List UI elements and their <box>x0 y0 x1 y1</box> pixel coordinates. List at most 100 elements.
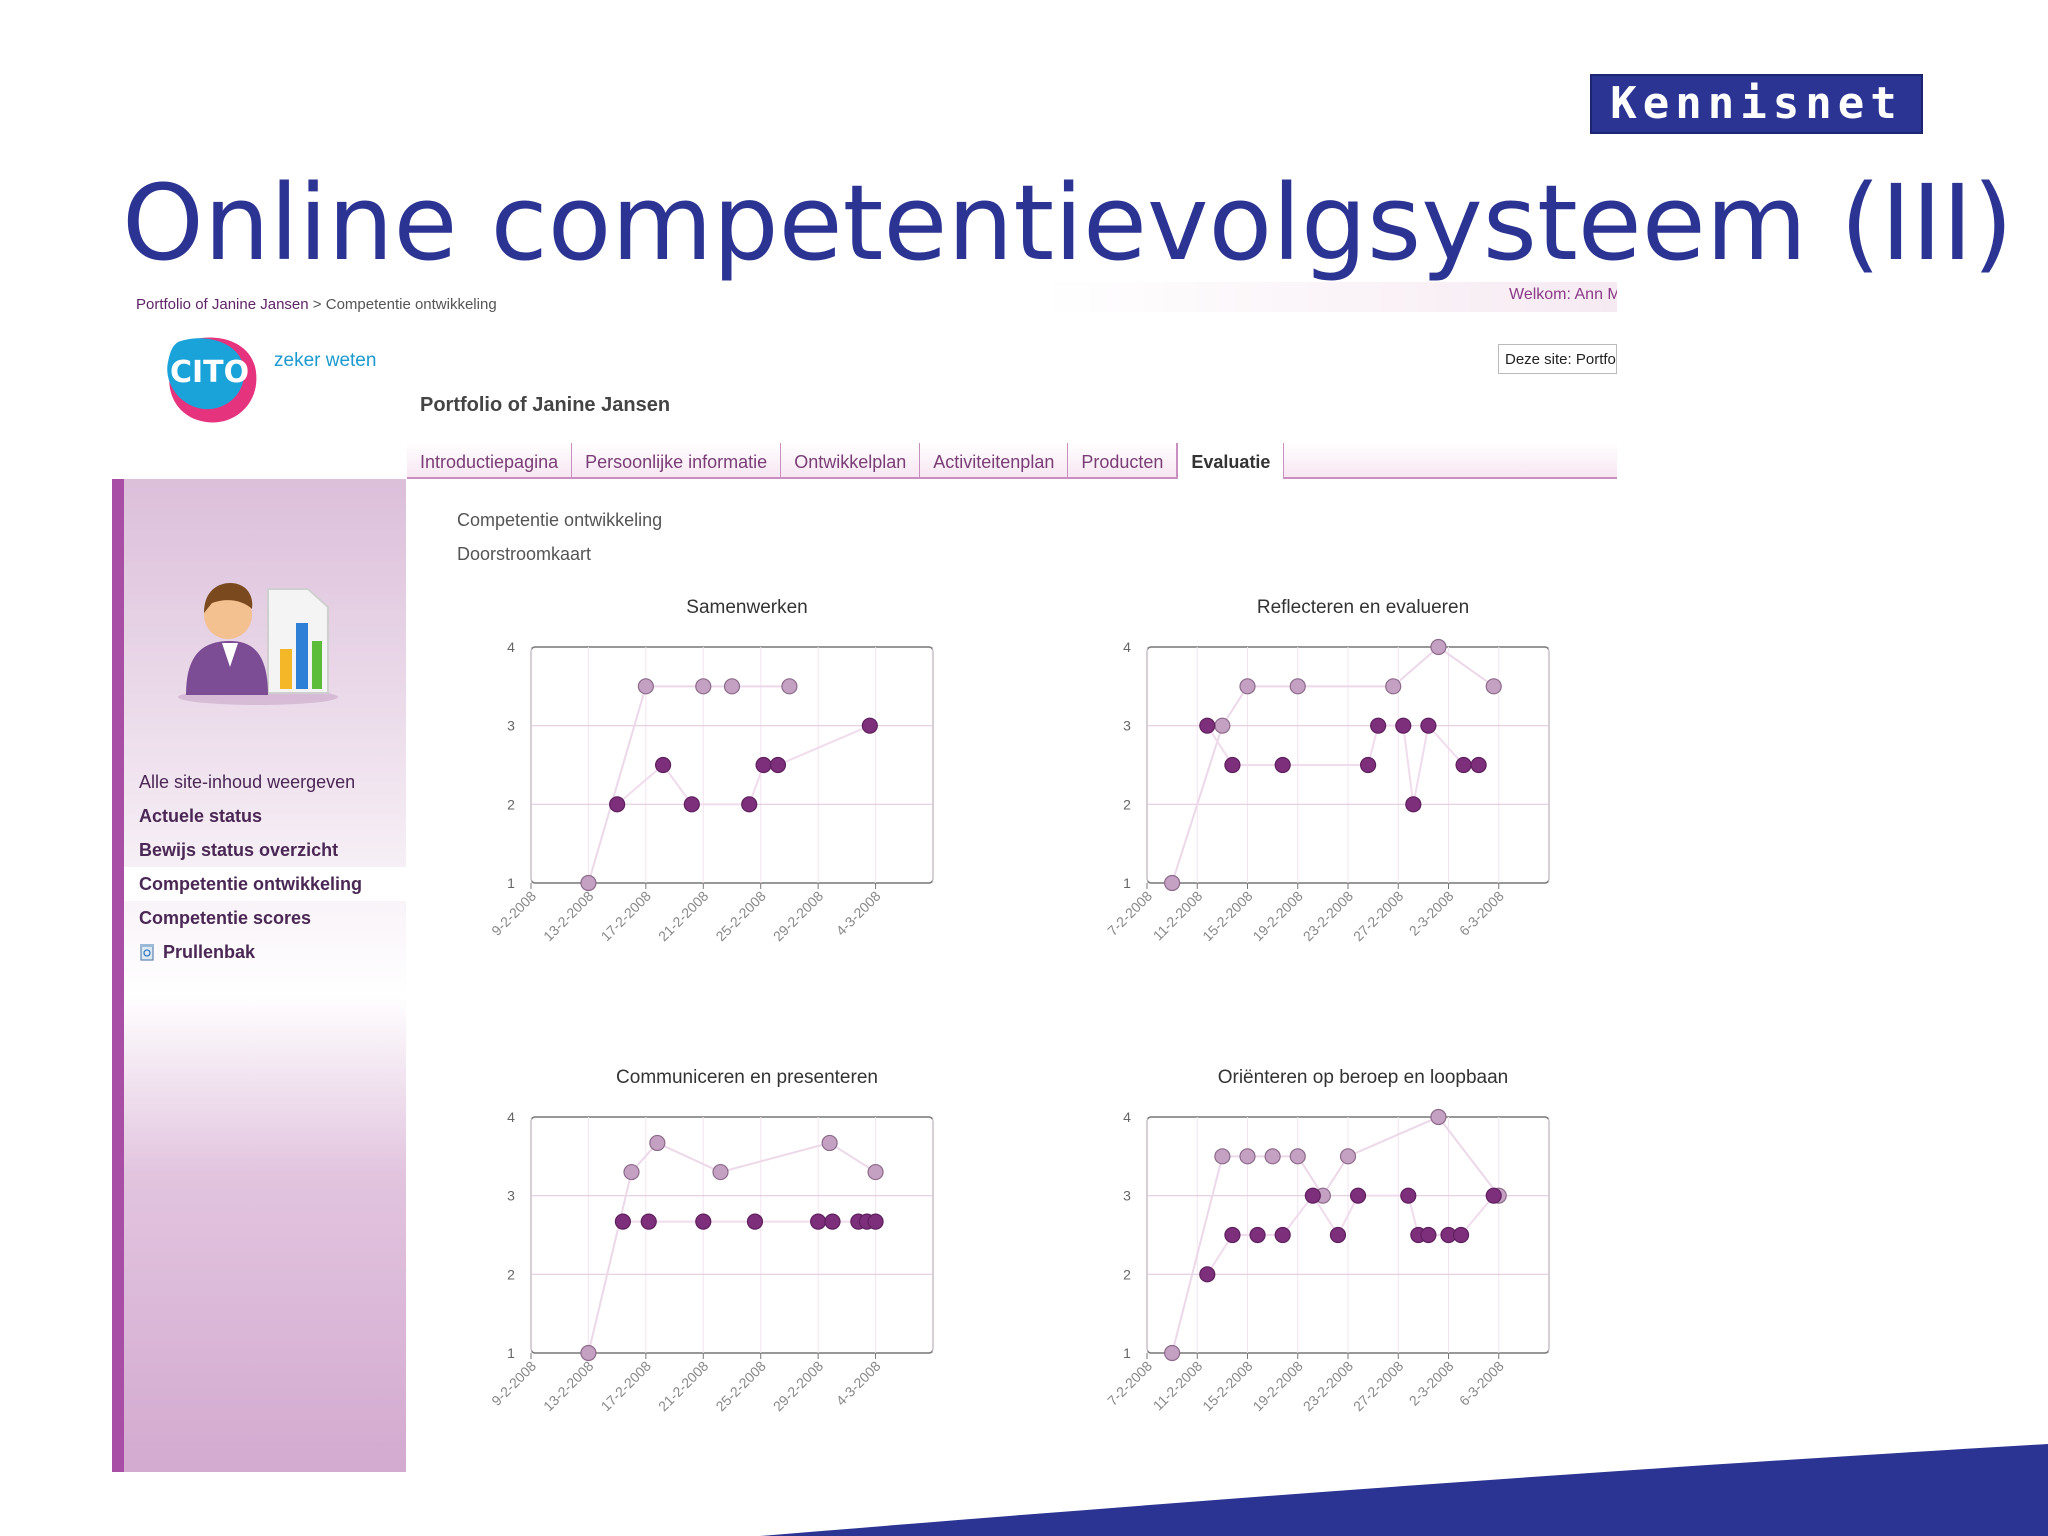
welcome-menu[interactable]: Welkom: Ann M <box>1509 286 1617 304</box>
data-point <box>1264 1148 1281 1165</box>
chart-panel-reflecteren: Reflecteren en evalueren 1 2 3 4 7-2-2008 11-… <box>1103 597 1617 1017</box>
x-tick-label: 2-3-2008 <box>1406 888 1457 939</box>
data-point <box>741 796 758 813</box>
data-point <box>1249 1226 1266 1244</box>
y-tick-label: 3 <box>1123 1188 1131 1204</box>
data-point <box>746 1213 764 1230</box>
data-point <box>1304 1187 1321 1204</box>
data-point <box>1452 1226 1470 1244</box>
data-point <box>654 756 672 774</box>
x-tick-label: 7-2-2008 <box>1104 1358 1155 1409</box>
x-tick-label: 13-2-2008 <box>540 1358 597 1415</box>
x-tick-label: 21-2-2008 <box>655 1358 712 1415</box>
data-point <box>1274 1226 1291 1244</box>
breadcrumb-root-link[interactable]: Portfolio of Janine Jansen <box>136 296 309 313</box>
data-point <box>1224 1226 1241 1244</box>
person-with-bar-chart-icon <box>178 583 338 705</box>
x-tick-label: 25-2-2008 <box>712 888 769 945</box>
kennisnet-logo: Kennisnet <box>1590 74 1923 134</box>
logo-tagline: zeker weten <box>274 350 377 371</box>
sidebar-item-alle-site-inhoud[interactable]: Alle site-inhoud weergeven <box>124 765 406 799</box>
y-tick-label: 2 <box>1123 1266 1131 1282</box>
x-tick-label: 19-2-2008 <box>1249 1358 1306 1415</box>
data-point <box>867 1163 884 1181</box>
data-point <box>1455 756 1472 774</box>
tab-ontwikkelplan[interactable]: Ontwikkelplan <box>781 443 921 477</box>
chart-title: Oriënteren op beroep en loopbaan <box>1217 1067 1509 1088</box>
x-tick-label: 7-2-2008 <box>1104 888 1155 939</box>
data-point <box>1164 1344 1181 1362</box>
tab-introductiepagina[interactable]: Introductiepagina <box>407 443 573 477</box>
sidebar-item-competentie-ontwikkeling[interactable]: Competentie ontwikkeling <box>124 867 406 901</box>
portfolio-screenshot: Portfolio of Janine Jansen > Competentie… <box>112 282 1617 1472</box>
data-point <box>1485 678 1502 695</box>
x-tick-label: 19-2-2008 <box>1249 888 1306 945</box>
tab-persoonlijke-informatie[interactable]: Persoonlijke informatie <box>572 443 782 477</box>
data-point <box>623 1163 640 1181</box>
data-point <box>1164 874 1181 892</box>
portfolio-heading: Portfolio of Janine Jansen <box>420 394 671 416</box>
y-tick-label: 1 <box>507 1345 515 1361</box>
y-tick-label: 1 <box>1123 875 1131 891</box>
x-tick-label: 13-2-2008 <box>540 888 597 945</box>
data-point <box>1199 717 1216 734</box>
data-point <box>649 1134 666 1152</box>
chart-communiceren-en-presenteren: 12349-2-2008 13-2-2008 17-2-2008 21-2-2008 2… <box>488 1109 934 1415</box>
plot-area <box>530 1116 934 1354</box>
breadcrumb-current: Competentie ontwikkeling <box>325 296 497 313</box>
tab-evaluatie[interactable]: Evaluatie <box>1177 443 1285 479</box>
tab-activiteitenplan[interactable]: Activiteitenplan <box>920 443 1069 477</box>
data-point <box>683 796 700 813</box>
x-tick-label: 25-2-2008 <box>712 1358 769 1415</box>
data-point <box>1349 1187 1367 1204</box>
data-point <box>781 678 798 695</box>
data-point <box>1224 756 1241 774</box>
x-tick-label: 17-2-2008 <box>598 1358 655 1415</box>
y-tick-label: 1 <box>507 875 515 891</box>
data-point <box>1214 1148 1231 1165</box>
section-subtitle: Doorstroomkaart <box>457 544 592 564</box>
data-point <box>1274 756 1291 774</box>
data-point <box>1430 1108 1447 1126</box>
data-point <box>1430 638 1447 656</box>
x-tick-label: 29-2-2008 <box>770 888 827 945</box>
x-tick-label: 4-3-2008 <box>833 1358 884 1409</box>
chart-reflecteren-en-evalueren: 12347-2-200811-2-200815-2-200819-2-20082… <box>1104 638 1550 945</box>
y-tick-label: 4 <box>1123 1109 1131 1125</box>
x-tick-label: 2-3-2008 <box>1406 1358 1457 1409</box>
y-tick-label: 2 <box>1123 796 1131 812</box>
recycle-bin-icon <box>140 944 154 961</box>
slide-title: Online competentievolgsysteem (III) <box>122 162 2014 284</box>
data-point <box>1405 796 1422 813</box>
data-point <box>695 1213 712 1230</box>
data-point <box>810 1213 827 1230</box>
data-point <box>723 678 741 695</box>
y-tick-label: 4 <box>507 1109 515 1125</box>
sidebar-item-actuele-status[interactable]: Actuele status <box>124 799 406 833</box>
data-point <box>1199 1266 1216 1283</box>
x-tick-label: 11-2-2008 <box>1150 1358 1206 1414</box>
sidebar-item-bewijs-status-overzicht[interactable]: Bewijs status overzicht <box>124 833 406 867</box>
sidebar-item-prullenbak[interactable]: Prullenbak <box>124 935 406 969</box>
data-point <box>1289 1148 1306 1165</box>
x-tick-label: 4-3-2008 <box>833 888 884 939</box>
x-tick-label: 11-2-2008 <box>1150 888 1206 944</box>
data-point <box>1395 717 1412 734</box>
data-point <box>712 1163 729 1181</box>
data-point <box>580 874 597 892</box>
breadcrumb: Portfolio of Janine Jansen > Competentie… <box>136 296 497 313</box>
x-tick-label: 6-3-2008 <box>1456 1358 1507 1409</box>
site-search-scope[interactable]: Deze site: Portfolio <box>1498 344 1617 374</box>
x-tick-label: 15-2-2008 <box>1199 888 1256 945</box>
data-point <box>1400 1187 1417 1204</box>
tab-producten[interactable]: Producten <box>1068 443 1178 477</box>
x-tick-label: 21-2-2008 <box>655 888 712 945</box>
chart-orienteren-op-beroep: 1 2 3 4 7-2-200811-2-200815-2-200819-2-2008 2… <box>1104 1108 1550 1415</box>
x-tick-label: 15-2-2008 <box>1199 1358 1256 1415</box>
x-tick-label: 17-2-2008 <box>598 888 655 945</box>
y-tick-label: 1 <box>1123 1345 1131 1361</box>
data-point <box>1339 1148 1357 1165</box>
data-point <box>755 756 772 774</box>
sidebar-item-competentie-scores[interactable]: Competentie scores <box>124 901 406 935</box>
data-point <box>824 1213 841 1230</box>
